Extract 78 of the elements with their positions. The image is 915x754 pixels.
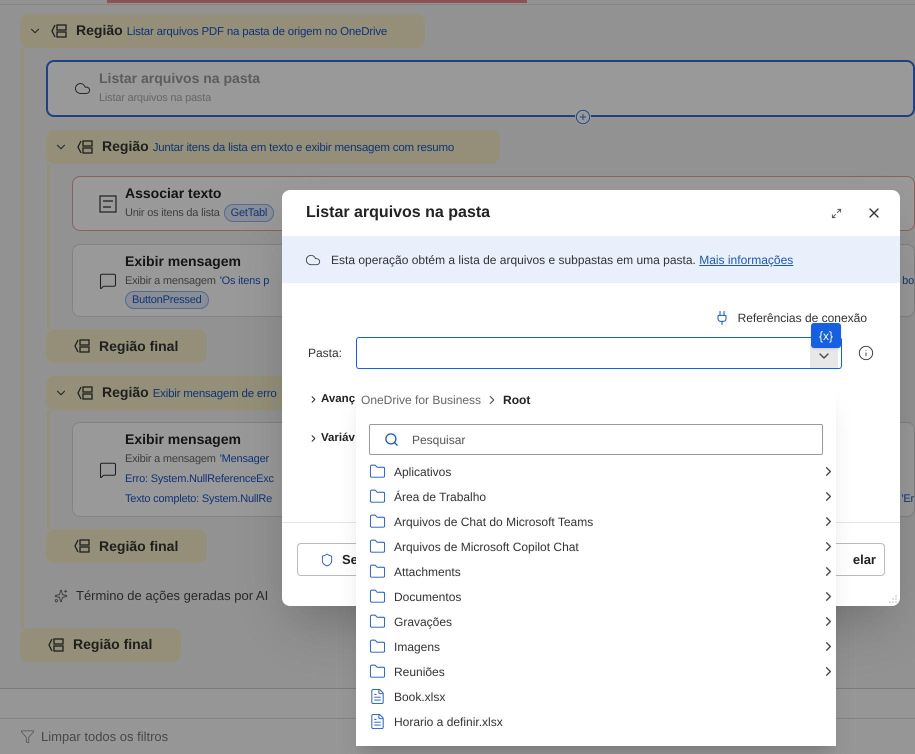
region-end[interactable]: Região final <box>46 329 207 363</box>
breadcrumb-item[interactable]: Root <box>503 391 530 409</box>
action-detail: Unir os itens da lista <box>125 206 220 221</box>
banner-text: Esta operação obtém a lista de arquivos e subpastas em uma pasta. Mais informações <box>331 252 794 268</box>
folder-item[interactable]: Gravações <box>356 609 836 634</box>
dialog-title: Listar arquivos na pasta <box>306 203 490 223</box>
region-title: Listar arquivos PDF na pasta de origem no OneDrive <box>126 25 388 40</box>
region-end-label: Região final <box>73 635 152 654</box>
more-info-link[interactable]: Mais informações <box>699 252 794 266</box>
folder-item[interactable]: Imagens <box>356 634 836 659</box>
text-format-icon <box>99 194 117 212</box>
add-action-icon[interactable] <box>575 109 591 125</box>
variable-token: GetTabl <box>224 204 274 222</box>
folder-icon <box>369 588 386 605</box>
folder-item[interactable]: Aplicativos <box>356 459 836 484</box>
action-title: Exibir mensagem <box>125 430 241 449</box>
folder-icon <box>369 538 386 555</box>
region-header[interactable]: Região Juntar itens da lista em texto e exibir mensagem com resumo <box>46 130 500 164</box>
region-icon <box>73 338 91 354</box>
folder-item[interactable]: Reuniões <box>356 659 836 684</box>
filter-icon <box>20 728 35 744</box>
region-header[interactable]: Região Listar arquivos PDF na pasta de origem no OneDrive <box>20 14 425 48</box>
variable-text: Erro: System.NullReferenceExc <box>125 472 274 487</box>
variable-text: bo <box>902 274 914 289</box>
action-title: Associar texto <box>125 184 222 203</box>
message-icon <box>99 272 117 290</box>
region-icon <box>76 139 94 155</box>
region-icon <box>50 23 68 39</box>
sparkle-icon <box>54 588 68 603</box>
region-title: Juntar itens da lista em texto e exibir mensagem com resumo <box>152 141 454 156</box>
file-item[interactable]: Book.xlsx <box>356 684 836 709</box>
folder-icon <box>369 613 386 630</box>
folder-icon <box>369 513 386 530</box>
variable-text: Texto completo: System.NullRe <box>125 492 272 507</box>
region-title: Exibir mensagem de erro <box>152 387 277 402</box>
folder-icon <box>369 663 386 680</box>
resize-grip-icon <box>889 595 897 603</box>
variable-token: ButtonPressed <box>125 291 209 309</box>
region-end-label: Região final <box>99 536 178 556</box>
region-icon <box>76 385 94 401</box>
region-label: Região <box>76 21 123 40</box>
region-icon <box>47 636 65 652</box>
section-toggle[interactable]: Avanç <box>308 391 356 408</box>
expand-icon[interactable] <box>831 208 842 218</box>
info-icon[interactable] <box>858 345 874 361</box>
file-icon <box>369 713 386 730</box>
message-icon <box>99 460 117 478</box>
action-detail: Exibir a mensagem <box>125 452 216 467</box>
variable-text: 'Mensager <box>220 452 269 467</box>
folder-item[interactable]: Documentos <box>356 584 836 609</box>
folder-icon <box>369 638 386 655</box>
variable-text: 'Er <box>901 492 914 507</box>
region-label: Região <box>102 137 149 156</box>
action-detail: Exibir a mensagem <box>125 274 216 289</box>
section-toggle[interactable]: Variáv <box>308 430 355 448</box>
folder-icon <box>369 563 386 580</box>
ai-note: Término de ações geradas por AI <box>76 587 268 605</box>
field-label: Pasta: <box>308 345 339 362</box>
region-label: Região <box>102 383 149 402</box>
file-item[interactable]: Horario a definir.xlsx <box>356 709 836 734</box>
folder-item[interactable]: Arquivos de Chat do Microsoft Teams <box>356 509 836 534</box>
action-title: Exibir mensagem <box>125 252 241 271</box>
breadcrumb-item[interactable]: OneDrive for Business <box>361 391 482 409</box>
region-end[interactable]: Região final <box>46 529 207 563</box>
region-end-label: Região final <box>99 336 178 356</box>
cloud-icon <box>74 80 91 97</box>
folder-icon <box>369 463 386 480</box>
search-field[interactable]: Pesquisar <box>369 424 823 455</box>
region-end[interactable]: Região final <box>20 628 181 662</box>
variable-button[interactable]: {x} <box>811 323 841 348</box>
folder-item[interactable]: Área de Trabalho <box>356 484 836 509</box>
search-icon <box>384 432 399 447</box>
shield-icon <box>320 552 334 566</box>
folder-icon <box>369 488 386 505</box>
action-title: Listar arquivos na pasta <box>99 69 260 88</box>
variable-text: 'Os itens p <box>220 274 270 289</box>
file-icon <box>369 688 386 705</box>
region-icon <box>73 538 91 554</box>
